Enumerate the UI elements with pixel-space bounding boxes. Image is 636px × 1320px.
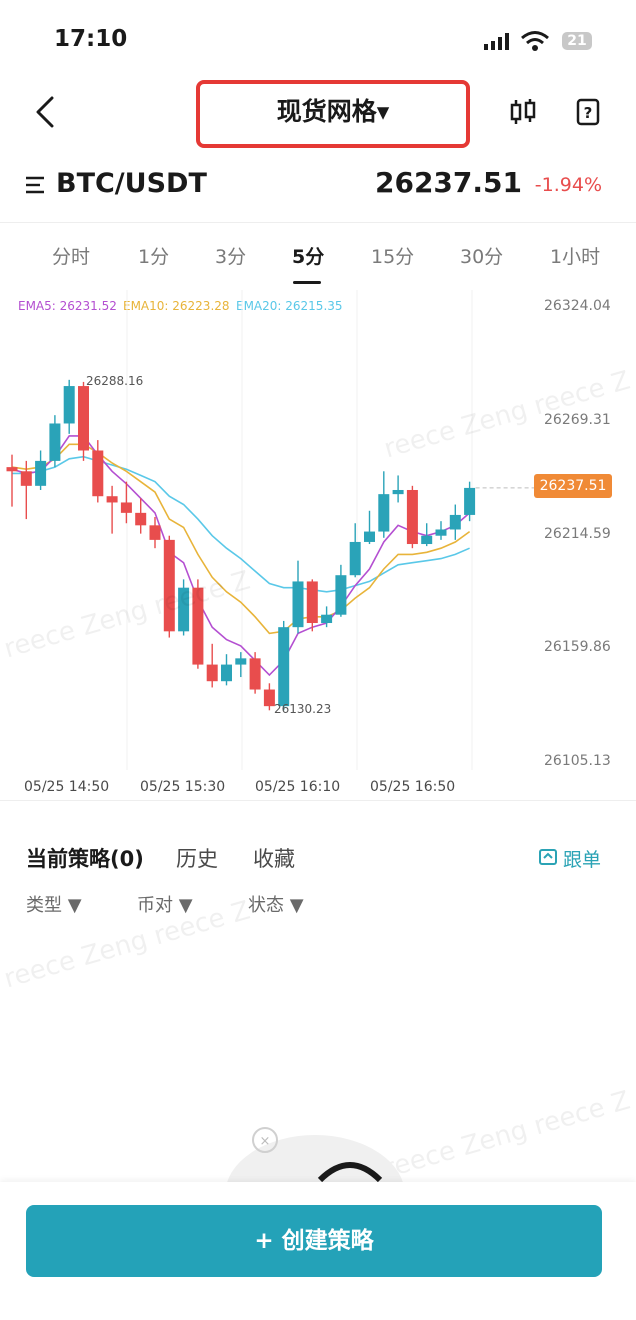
svg-text:?: ? <box>584 104 593 122</box>
candle-body <box>335 575 347 615</box>
candle-body <box>120 502 132 513</box>
tab-timeframe-30m[interactable]: 30分 <box>460 242 503 269</box>
low-price-annotation: 26130.23 <box>274 702 332 716</box>
candle-body <box>378 494 390 532</box>
create-strategy-button[interactable]: + 创建策略 <box>26 1205 602 1277</box>
candle-body <box>92 450 104 497</box>
candle-body <box>306 581 318 624</box>
back-icon[interactable] <box>28 92 68 132</box>
follow-icon[interactable] <box>538 847 560 867</box>
candle-body <box>221 664 232 682</box>
candle-body <box>149 525 161 540</box>
x-tick: 05/25 16:50 <box>370 779 456 795</box>
tab-timeframe-1h[interactable]: 1小时 <box>550 242 600 269</box>
candlestick-icon[interactable] <box>508 97 538 127</box>
candle-body <box>364 531 375 542</box>
tab-timeframe-15m[interactable]: 15分 <box>371 242 414 269</box>
candle-body <box>63 386 75 424</box>
follow-trade-link[interactable]: 跟单 <box>563 845 601 872</box>
tab-current-strategies[interactable]: 当前策略(0) <box>26 843 144 873</box>
candle-body <box>206 664 218 682</box>
strategy-type-dropdown[interactable]: 现货网格▾ <box>196 80 470 148</box>
tab-timeframe-3m[interactable]: 3分 <box>215 242 246 269</box>
candle-body <box>464 487 476 515</box>
candle-body <box>6 467 18 472</box>
pair-selector[interactable]: BTC/USDT <box>56 168 207 199</box>
candle-body <box>135 512 147 526</box>
candlestick-chart[interactable] <box>0 290 636 800</box>
menu-icon[interactable] <box>24 174 46 196</box>
filter-status[interactable]: 状态 ▼ <box>248 891 304 917</box>
candle-body <box>292 581 304 628</box>
status-time: 17:10 <box>54 26 128 52</box>
candle-body <box>392 489 404 495</box>
y-tick: 26159.86 <box>544 639 611 655</box>
candle-body <box>249 658 261 690</box>
svg-text:×: × <box>260 1134 271 1149</box>
candle-body <box>35 460 47 486</box>
price-change: -1.94% <box>534 174 602 196</box>
help-doc-icon[interactable]: ? <box>575 97 601 127</box>
y-tick: 26214.59 <box>544 526 611 542</box>
divider <box>0 222 636 223</box>
tab-timeframe-1m[interactable]: 1分 <box>138 242 169 269</box>
filter-pair[interactable]: 币对 ▼ <box>137 891 193 917</box>
wifi-icon <box>521 31 549 51</box>
tab-timeframe-line[interactable]: 分时 <box>52 242 90 269</box>
x-tick: 05/25 15:30 <box>140 779 226 795</box>
last-price: 26237.51 <box>374 166 522 199</box>
divider <box>0 800 636 801</box>
battery-icon: 21 <box>562 32 592 50</box>
candle-body <box>106 496 118 503</box>
candle-body <box>78 386 89 451</box>
tab-history[interactable]: 历史 <box>176 843 218 873</box>
plus-icon: + <box>254 1228 282 1254</box>
candle-body <box>421 535 433 545</box>
candle-body <box>449 514 461 530</box>
candle-body <box>406 489 418 545</box>
candle-body <box>235 658 247 665</box>
empty-state-illustration: × <box>225 1127 405 1190</box>
candle-body <box>278 627 290 707</box>
x-tick: 05/25 16:10 <box>255 779 341 795</box>
candle-body <box>20 471 32 486</box>
signal-icon <box>484 33 509 50</box>
tab-favorites[interactable]: 收藏 <box>253 843 295 873</box>
filter-type[interactable]: 类型 ▼ <box>26 891 82 917</box>
create-strategy-label: 创建策略 <box>281 1228 374 1254</box>
y-tick: 26324.04 <box>544 298 611 314</box>
candle-body <box>49 423 61 461</box>
current-price-label: 26237.51 <box>534 474 612 498</box>
high-price-annotation: 26288.16 <box>86 374 144 388</box>
candle-body <box>349 541 361 576</box>
candle-body <box>435 529 447 536</box>
ema10-line <box>11 443 471 635</box>
candle-body <box>321 614 333 624</box>
x-tick: 05/25 14:50 <box>24 779 110 795</box>
tab-timeframe-5m[interactable]: 5分 <box>292 242 324 269</box>
watermark: reece Zeng reece Z <box>380 1085 634 1185</box>
active-tab-indicator <box>293 281 321 284</box>
y-tick: 26105.13 <box>544 753 611 769</box>
